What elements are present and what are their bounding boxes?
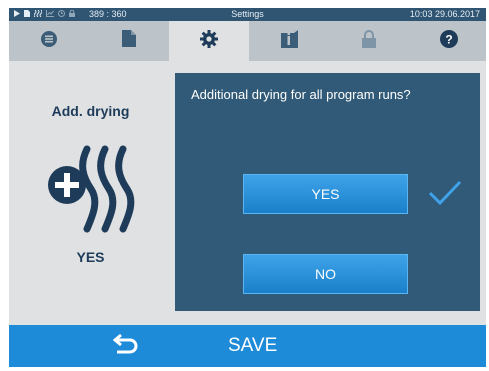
dialog-question: Additional drying for all program runs? bbox=[191, 87, 411, 102]
gear-icon bbox=[200, 29, 218, 53]
date-time: 10:03 29.06.2017 bbox=[409, 9, 480, 19]
tab-bar: ? bbox=[9, 21, 486, 61]
list-icon bbox=[41, 30, 57, 52]
lock-icon bbox=[362, 29, 376, 53]
no-button[interactable]: NO bbox=[243, 254, 408, 294]
main-content: Add. drying YES Additional drying for al… bbox=[9, 61, 486, 325]
setting-summary: Add. drying YES bbox=[9, 61, 172, 325]
setting-title: Add. drying bbox=[51, 103, 130, 119]
tab-help[interactable]: ? bbox=[409, 21, 486, 61]
document-icon bbox=[122, 30, 136, 52]
additional-drying-icon bbox=[47, 143, 139, 238]
back-button[interactable] bbox=[112, 332, 140, 360]
svg-text:?: ? bbox=[445, 32, 452, 46]
setting-value: YES bbox=[76, 249, 105, 265]
help-icon: ? bbox=[440, 29, 458, 53]
yes-button[interactable]: YES bbox=[243, 174, 408, 214]
info-icon bbox=[280, 29, 298, 53]
back-arrow-icon bbox=[112, 333, 139, 360]
status-bar: 389 : 360 Settings 10:03 29.06.2017 bbox=[9, 8, 486, 21]
tab-settings[interactable] bbox=[169, 21, 249, 61]
bottom-action-bar: SAVE bbox=[9, 325, 486, 367]
save-button[interactable]: SAVE bbox=[228, 325, 277, 367]
tab-lock[interactable] bbox=[329, 21, 409, 61]
tab-documents[interactable] bbox=[89, 21, 169, 61]
app-screen: 389 : 360 Settings 10:03 29.06.2017 ? Ad… bbox=[9, 8, 486, 367]
tab-list[interactable] bbox=[9, 21, 89, 61]
confirmation-dialog: Additional drying for all program runs? … bbox=[175, 73, 480, 311]
tab-info[interactable] bbox=[249, 21, 329, 61]
checkmark-icon bbox=[427, 179, 463, 212]
